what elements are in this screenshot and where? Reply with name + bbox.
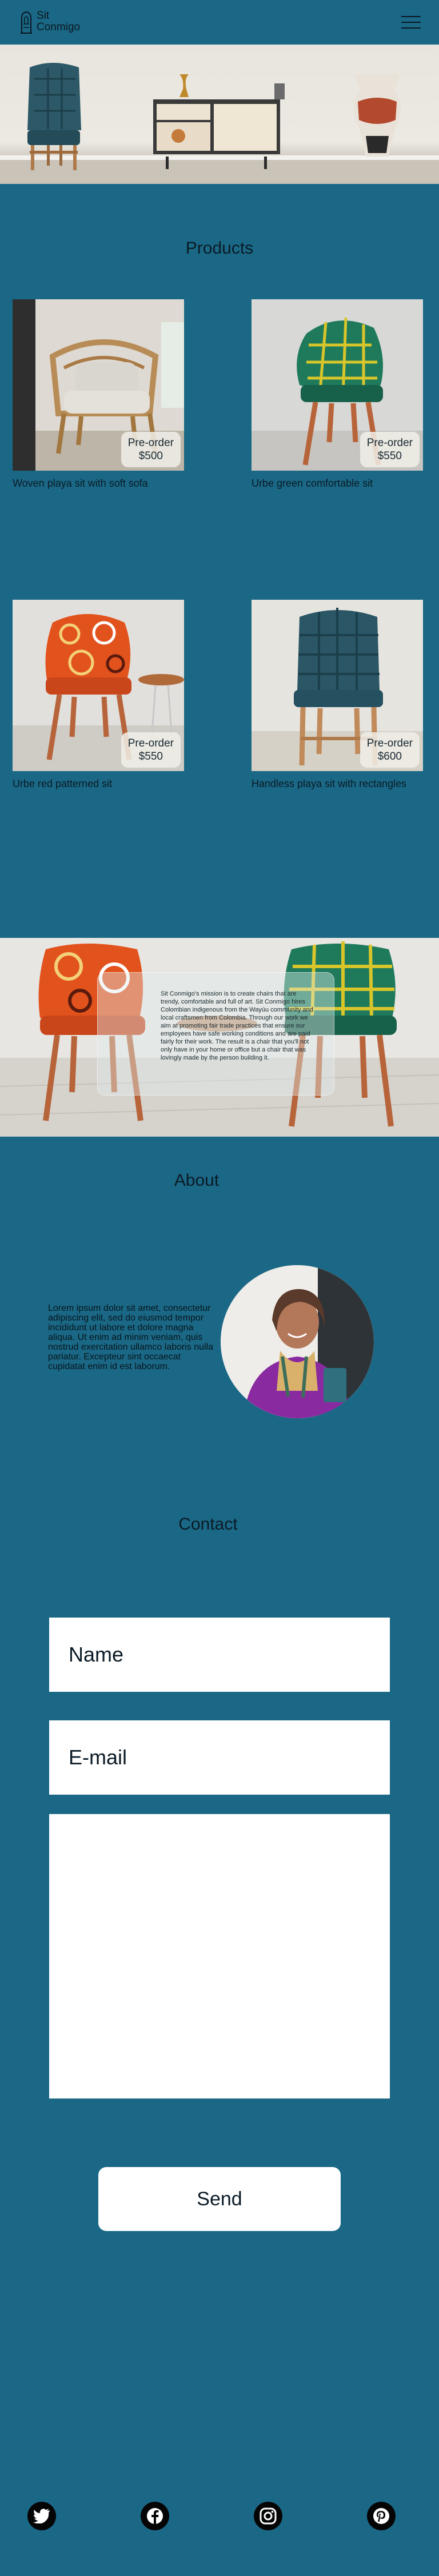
product-image[interactable]: Pre-order $600: [252, 600, 423, 771]
name-field[interactable]: [49, 1618, 390, 1692]
pinterest-icon[interactable]: [367, 2502, 396, 2530]
site-header: Sit Conmigo: [0, 0, 439, 45]
about-text: Lorem ipsum dolor sit amet, consectetur …: [48, 1303, 214, 1371]
product-name[interactable]: Urbe green comfortable sit: [252, 476, 423, 490]
instagram-icon[interactable]: [254, 2502, 282, 2530]
logo[interactable]: Sit Conmigo: [19, 10, 80, 35]
message-field[interactable]: [49, 1814, 390, 2098]
contact-title: Contact: [178, 1515, 238, 1534]
logo-line-1: Sit: [37, 10, 50, 22]
email-field[interactable]: [49, 1720, 390, 1795]
preorder-label: Pre-order: [366, 737, 413, 749]
hero-image: [0, 45, 439, 184]
hero-vase: [354, 74, 401, 157]
product-card[interactable]: Pre-order $550 Urbe red patterned sit: [13, 600, 184, 791]
send-button[interactable]: Send: [98, 2167, 341, 2231]
mission-text: Sit Conmigo's mission is to create chair…: [161, 990, 313, 1061]
avatar: [221, 1265, 374, 1418]
price-badge: Pre-order $600: [360, 732, 420, 768]
facebook-f-glyph: [147, 2508, 163, 2524]
price-label: $500: [138, 450, 163, 462]
product-image[interactable]: Pre-order $500: [13, 299, 184, 471]
product-image[interactable]: Pre-order $550: [13, 600, 184, 771]
hero-furniture-illustration: [0, 63, 439, 184]
twitter-bird-glyph: [33, 2509, 50, 2523]
hamburger-menu-icon[interactable]: [401, 16, 421, 30]
price-badge: Pre-order $500: [121, 432, 181, 467]
chair-logo-icon: [21, 11, 32, 34]
product-card[interactable]: Pre-order $500 Woven playa sit with soft…: [13, 299, 184, 490]
price-badge: Pre-order $550: [360, 432, 420, 467]
price-badge: Pre-order $550: [121, 732, 181, 768]
price-label: $550: [138, 751, 163, 763]
logo-line-2: Conmigo: [37, 21, 81, 33]
product-card[interactable]: Pre-order $600 Handless playa sit with r…: [252, 600, 423, 791]
mission-banner: Sit Conmigo's mission is to create chair…: [0, 938, 439, 1137]
product-name[interactable]: Handless playa sit with rectangles: [252, 777, 423, 791]
product-name[interactable]: Urbe red patterned sit: [13, 777, 184, 791]
founder-photo: [221, 1265, 374, 1418]
twitter-icon[interactable]: [27, 2502, 56, 2530]
product-name[interactable]: Woven playa sit with soft sofa: [13, 476, 184, 490]
product-image[interactable]: Pre-order $550: [252, 299, 423, 471]
facebook-icon[interactable]: [141, 2502, 169, 2530]
price-label: $550: [377, 450, 402, 462]
instagram-glyph: [260, 2507, 277, 2525]
price-label: $600: [377, 751, 402, 763]
hero-chair: [27, 63, 81, 170]
preorder-label: Pre-order: [127, 437, 174, 449]
product-card[interactable]: Pre-order $550 Urbe green comfortable si…: [252, 299, 423, 490]
pinterest-p-glyph: [373, 2508, 389, 2524]
products-title: Products: [185, 239, 254, 258]
hero-cabinet: [153, 74, 285, 169]
preorder-label: Pre-order: [366, 437, 413, 449]
about-title: About: [174, 1171, 220, 1190]
mission-card: Sit Conmigo's mission is to create chair…: [97, 972, 334, 1096]
preorder-label: Pre-order: [127, 737, 174, 749]
